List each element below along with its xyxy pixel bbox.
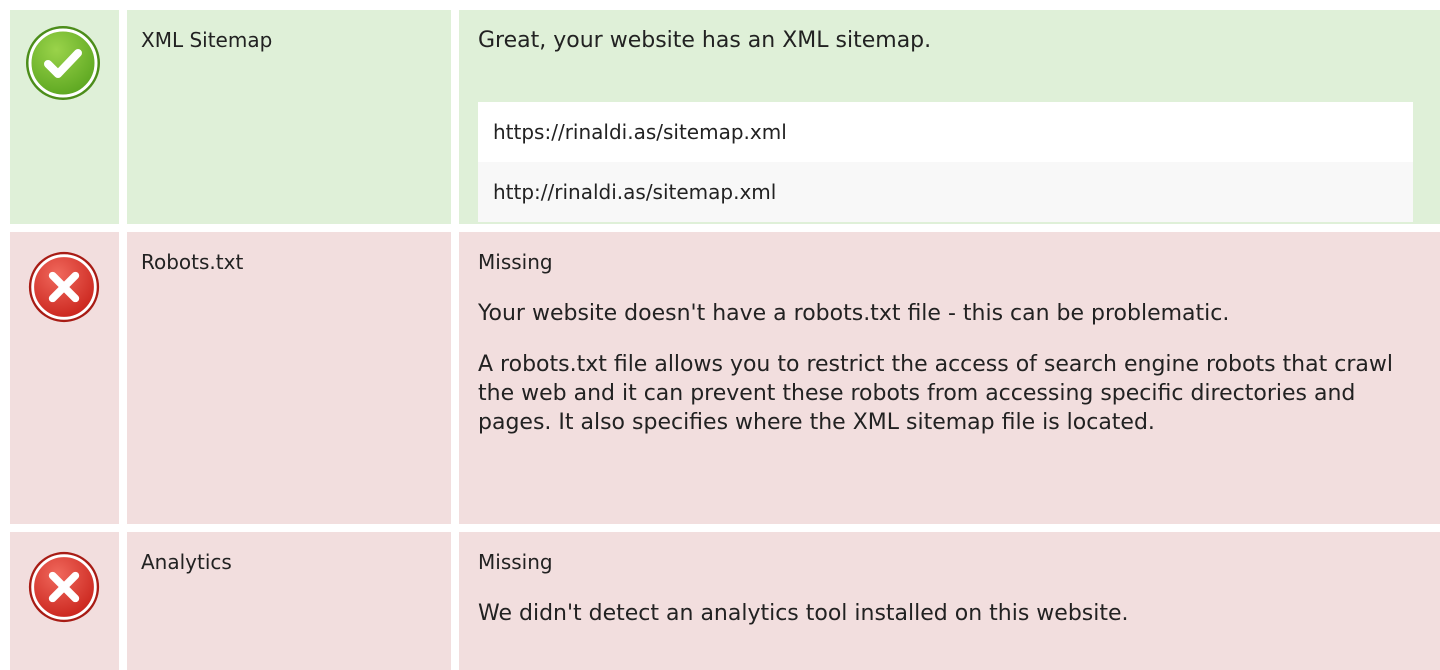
check-name: Robots.txt [141,250,244,274]
check-name-cell: Analytics [127,532,451,670]
status-cell [10,232,119,524]
check-paragraph: A robots.txt file allows you to restrict… [478,352,1393,435]
check-detail: Missing We didn't detect an analytics to… [478,548,1418,628]
check-row-robots-txt: Robots.txt Missing Your website doesn't … [10,232,1440,524]
error-circle-icon [28,251,100,323]
check-detail: Great, your website has an XML sitemap. [478,26,1418,55]
status-cell [10,10,119,224]
check-name: XML Sitemap [141,28,273,52]
check-detail-cell: Missing We didn't detect an analytics to… [459,532,1440,670]
status-cell [10,532,119,670]
check-row-xml-sitemap: XML Sitemap Great, your website has an X… [10,10,1440,224]
check-summary: Great, your website has an XML sitemap. [478,28,932,53]
check-detail-cell: Missing Your website doesn't have a robo… [459,232,1440,524]
check-paragraph: Your website doesn't have a robots.txt f… [478,301,1230,326]
sitemap-url-item: https://rinaldi.as/sitemap.xml [478,102,1413,162]
check-name-cell: XML Sitemap [127,10,451,224]
check-paragraph: We didn't detect an analytics tool insta… [478,601,1129,626]
check-detail-cell: Great, your website has an XML sitemap. … [459,10,1440,224]
check-summary: Missing [478,250,553,274]
check-row-analytics: Analytics Missing We didn't detect an an… [10,532,1440,670]
sitemap-url-list: https://rinaldi.as/sitemap.xml http://ri… [478,102,1413,222]
check-name-cell: Robots.txt [127,232,451,524]
sitemap-url-item: http://rinaldi.as/sitemap.xml [478,162,1413,222]
check-circle-icon [26,26,100,100]
check-name: Analytics [141,550,232,574]
error-circle-icon [28,551,100,623]
check-summary: Missing [478,550,553,574]
check-detail: Missing Your website doesn't have a robo… [478,248,1418,437]
